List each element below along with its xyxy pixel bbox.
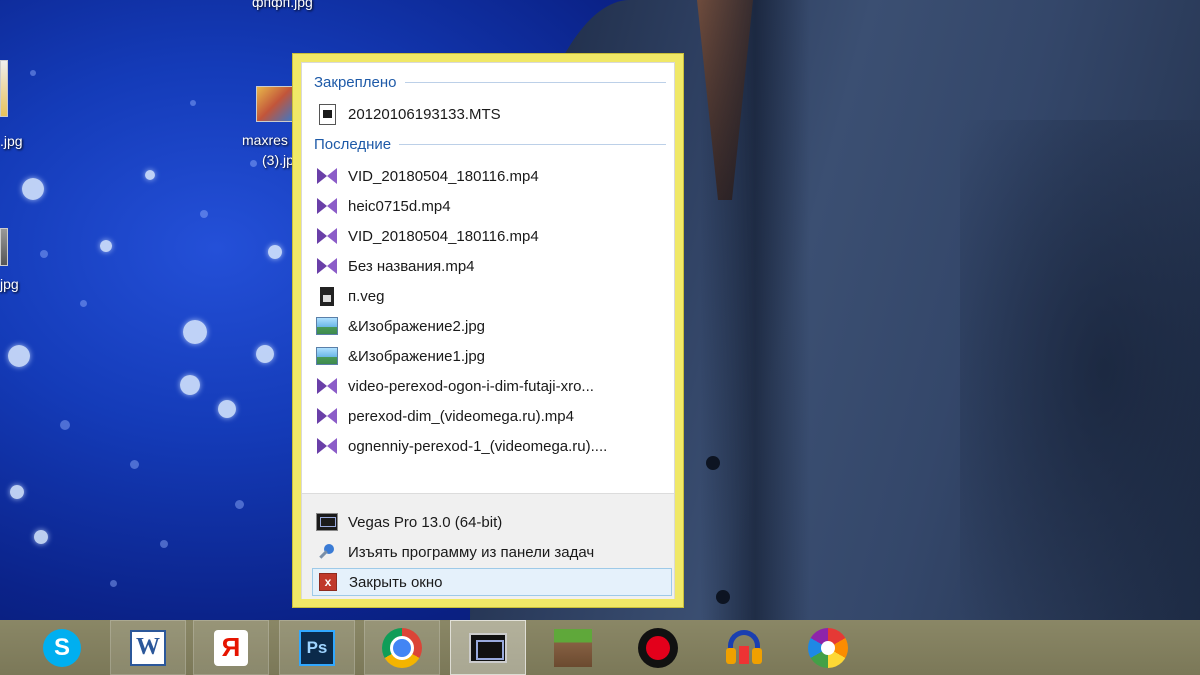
unpin-from-taskbar-item[interactable]: Изъять программу из панели задач [316, 538, 671, 566]
taskbar-minecraft-button[interactable] [535, 620, 611, 675]
image-file-icon [316, 315, 338, 337]
taskbar-photoshop-button[interactable]: Ps [279, 620, 355, 675]
vegas-file-icon [316, 435, 338, 457]
taskbar-skype-button[interactable]: S [24, 620, 100, 675]
taskbar-chrome-button[interactable] [364, 620, 440, 675]
vegas-file-icon [316, 165, 338, 187]
recent-item[interactable]: video-perexod-ogon-i-dim-futaji-xro... [316, 372, 671, 400]
mts-file-icon [316, 103, 338, 125]
minecraft-icon [553, 628, 593, 668]
taskbar: S W Я Ps [0, 620, 1200, 675]
recent-section-header: Последние [314, 134, 666, 154]
taskbar-record-button[interactable] [620, 620, 696, 675]
close-window-item[interactable]: x Закрыть окно [312, 568, 672, 596]
desktop-icon-label[interactable]: maxres [242, 132, 288, 148]
recent-item[interactable]: perexod-dim_(videomega.ru).mp4 [316, 402, 671, 430]
open-app-item[interactable]: Vegas Pro 13.0 (64-bit) [316, 508, 671, 536]
chrome-icon [382, 627, 422, 668]
taskbar-picasa-button[interactable] [790, 620, 866, 675]
jump-list-tasks: Vegas Pro 13.0 (64-bit) Изъять программу… [302, 493, 674, 599]
recent-item[interactable]: ognenniy-perexod-1_(videomega.ru).... [316, 432, 671, 460]
desktop-icon-thumbnail[interactable] [0, 228, 8, 266]
vegas-pro-app-icon [316, 511, 338, 533]
photoshop-icon: Ps [297, 628, 337, 668]
yandex-icon: Я [211, 628, 251, 668]
pinned-item[interactable]: 20120106193133.MTS [316, 100, 671, 128]
desktop-icon-label[interactable]: .jpg [0, 133, 23, 149]
recent-item[interactable]: п.veg [316, 282, 671, 310]
desktop-icon-label[interactable]: jpg [0, 276, 19, 292]
audacity-icon [724, 628, 764, 668]
recent-item[interactable]: Без названия.mp4 [316, 252, 671, 280]
pinned-section-header: Закреплено [314, 72, 666, 92]
desktop-icon-thumbnail[interactable] [256, 86, 294, 122]
vegas-pro-icon [468, 628, 508, 668]
taskbar-yandex-button[interactable]: Я [193, 620, 269, 675]
close-icon: x [317, 571, 339, 593]
taskbar-audacity-button[interactable] [706, 620, 782, 675]
desktop-icon-label[interactable]: (3).jp [262, 152, 294, 168]
vegas-file-icon [316, 405, 338, 427]
veg-file-icon [316, 285, 338, 307]
recent-item[interactable]: VID_20180504_180116.mp4 [316, 222, 671, 250]
desktop-icon-label[interactable]: фпфп.jpg [252, 0, 313, 10]
image-file-icon [316, 345, 338, 367]
taskbar-vegas-pro-button[interactable] [450, 620, 526, 675]
record-icon [638, 627, 678, 668]
vegas-file-icon [316, 225, 338, 247]
taskbar-word-button[interactable]: W [110, 620, 186, 675]
desktop-icon-thumbnail[interactable] [0, 60, 8, 117]
recent-item[interactable]: &Изображение1.jpg [316, 342, 671, 370]
recent-item[interactable]: &Изображение2.jpg [316, 312, 671, 340]
word-icon: W [128, 628, 168, 668]
jump-list-menu: Закреплено 20120106193133.MTS Последние … [292, 53, 684, 608]
vegas-file-icon [316, 255, 338, 277]
picasa-icon [808, 627, 848, 668]
recent-item[interactable]: heic0715d.mp4 [316, 192, 671, 220]
vegas-file-icon [316, 195, 338, 217]
skype-icon: S [42, 628, 82, 668]
vegas-file-icon [316, 375, 338, 397]
pin-icon [316, 541, 338, 563]
recent-item[interactable]: VID_20180504_180116.mp4 [316, 162, 671, 190]
jump-list-panel: Закреплено 20120106193133.MTS Последние … [301, 62, 675, 599]
